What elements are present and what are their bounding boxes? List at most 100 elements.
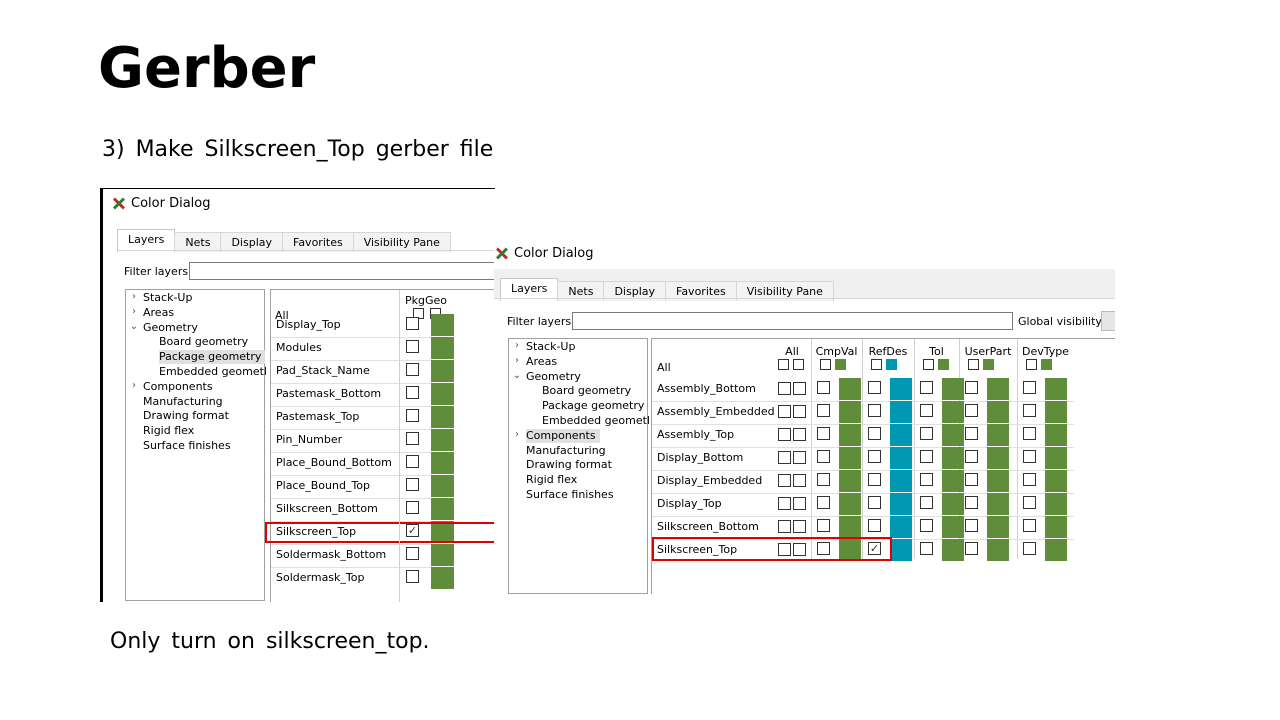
visibility-checkbox[interactable] [406,340,419,353]
tree-item-package-geometry[interactable]: Package geometry [159,350,266,365]
visibility-checkbox-devtype[interactable] [1023,473,1036,486]
color-swatch[interactable] [431,383,454,405]
color-swatch-cmpval[interactable] [839,493,861,515]
visibility-checkbox-devtype[interactable] [1023,404,1036,417]
all-visibility-checkbox[interactable] [778,382,791,395]
visibility-checkbox-refdes[interactable] [868,450,881,463]
color-swatch-devtype[interactable] [1045,447,1067,469]
chevron-down-icon[interactable]: ⌄ [512,370,522,381]
color-swatch-devtype[interactable] [1045,516,1067,538]
column-color-swatch[interactable] [886,359,897,370]
color-swatch-userpart[interactable] [987,401,1009,423]
all-visibility-checkbox[interactable] [778,474,791,487]
tree-item-board-geometry[interactable]: Board geometry [542,384,631,398]
visibility-checkbox-refdes[interactable] [868,496,881,509]
all-color-checkbox[interactable] [793,428,806,441]
column-color-swatch[interactable] [1041,359,1052,370]
visibility-checkbox-cmpval[interactable] [817,450,830,463]
visibility-checkbox-tol[interactable] [920,427,933,440]
tab-display[interactable]: Display [220,232,283,252]
visibility-checkbox-refdes[interactable] [868,404,881,417]
all-visibility-checkbox[interactable] [778,497,791,510]
visibility-checkbox-tol[interactable] [920,381,933,394]
all-color-checkbox[interactable] [793,405,806,418]
color-swatch-devtype[interactable] [1045,424,1067,446]
color-swatch[interactable] [431,406,454,428]
visibility-checkbox[interactable] [406,501,419,514]
visibility-checkbox-cmpval[interactable] [817,427,830,440]
chevron-right-icon[interactable]: › [129,291,139,302]
color-swatch[interactable] [431,498,454,520]
tree-item-stack-up[interactable]: Stack-Up [526,340,575,354]
visibility-checkbox-refdes[interactable] [868,381,881,394]
color-swatch-refdes[interactable] [890,401,912,423]
color-swatch[interactable] [431,360,454,382]
visibility-checkbox[interactable] [406,317,419,330]
all-color-checkbox[interactable] [793,382,806,395]
visibility-checkbox-userpart[interactable] [965,450,978,463]
color-swatch-tol[interactable] [942,424,964,446]
visibility-checkbox[interactable] [406,478,419,491]
tree-item-embedded-geometl[interactable]: Embedded geometl [159,365,267,379]
visibility-checkbox[interactable] [406,432,419,445]
column-visibility-checkbox[interactable] [923,359,934,370]
chevron-down-icon[interactable]: ⌄ [129,321,139,332]
all-visibility-checkbox[interactable] [778,520,791,533]
all-visibility-checkbox[interactable] [778,451,791,464]
column-visibility-checkbox[interactable] [778,359,789,370]
color-swatch-devtype[interactable] [1045,493,1067,515]
tab-visibility-pane[interactable]: Visibility Pane [352,232,451,252]
color-swatch-cmpval[interactable] [839,470,861,492]
color-swatch[interactable] [431,452,454,474]
visibility-checkbox-refdes[interactable] [868,427,881,440]
color-swatch-refdes[interactable] [890,447,912,469]
tree-item-board-geometry[interactable]: Board geometry [159,335,248,349]
color-swatch-tol[interactable] [942,378,964,400]
color-swatch[interactable] [431,567,454,589]
color-swatch-cmpval[interactable] [839,378,861,400]
color-swatch-tol[interactable] [942,470,964,492]
visibility-checkbox[interactable] [406,409,419,422]
visibility-checkbox-devtype[interactable] [1023,519,1036,532]
color-swatch-refdes[interactable] [890,516,912,538]
tree-item-drawing-format[interactable]: Drawing format [143,409,229,423]
column-color-swatch[interactable] [835,359,846,370]
visibility-checkbox-userpart[interactable] [965,519,978,532]
column-visibility-checkbox[interactable] [968,359,979,370]
color-swatch-cmpval[interactable] [839,424,861,446]
tree-item-areas[interactable]: Areas [526,355,557,369]
color-swatch[interactable] [431,429,454,451]
visibility-checkbox-tol[interactable] [920,542,933,555]
visibility-checkbox-devtype[interactable] [1023,427,1036,440]
tab-nets[interactable]: Nets [174,232,222,252]
visibility-checkbox[interactable] [406,363,419,376]
tab-favorites[interactable]: Favorites [282,232,354,252]
visibility-checkbox-devtype[interactable] [1023,450,1036,463]
column-color-swatch[interactable] [983,359,994,370]
visibility-checkbox-userpart[interactable] [965,496,978,509]
color-swatch-refdes[interactable] [890,378,912,400]
visibility-checkbox-refdes[interactable] [868,519,881,532]
visibility-checkbox-tol[interactable] [920,404,933,417]
visibility-checkbox-devtype[interactable] [1023,381,1036,394]
color-swatch-userpart[interactable] [987,424,1009,446]
chevron-right-icon[interactable]: › [512,429,522,440]
chevron-right-icon[interactable]: › [512,355,522,366]
visibility-checkbox-devtype[interactable] [1023,542,1036,555]
column-visibility-checkbox[interactable] [871,359,882,370]
visibility-checkbox-tol[interactable] [920,450,933,463]
color-swatch-refdes[interactable] [890,539,912,561]
tree-item-rigid-flex[interactable]: Rigid flex [143,424,194,438]
visibility-checkbox-userpart[interactable] [965,404,978,417]
visibility-checkbox[interactable] [406,547,419,560]
tree-item-embedded-geometl[interactable]: Embedded geometl [542,414,650,428]
visibility-checkbox[interactable] [406,570,419,583]
color-swatch-userpart[interactable] [987,516,1009,538]
tree-item-geometry[interactable]: Geometry [526,370,581,384]
visibility-checkbox-userpart[interactable] [965,542,978,555]
tree-item-rigid-flex[interactable]: Rigid flex [526,473,577,487]
all-color-checkbox[interactable] [793,474,806,487]
visibility-checkbox-cmpval[interactable] [817,404,830,417]
global-visibility-button[interactable] [1101,311,1115,331]
column-color-swatch[interactable] [938,359,949,370]
